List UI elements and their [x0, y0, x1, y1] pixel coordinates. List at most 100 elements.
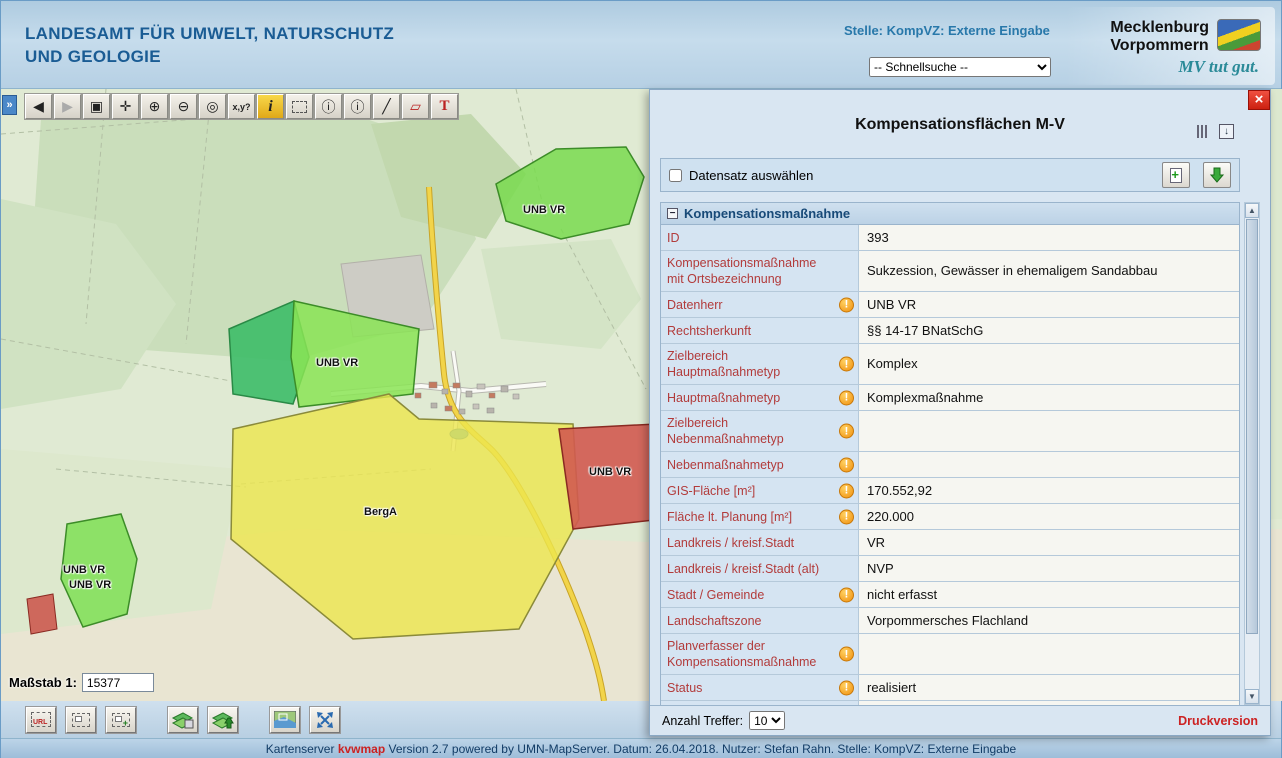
scroll-down-button[interactable]: ▼ — [1245, 689, 1259, 704]
overview-map-button[interactable] — [270, 707, 300, 733]
section-title: Kompensationsmaßnahme — [684, 206, 850, 221]
query-coordinates-button[interactable]: x,y? — [228, 94, 255, 119]
section-header-kompensationsmassnahme[interactable]: − Kompensationsmaßnahme — [661, 203, 1239, 225]
layers-save-icon — [171, 710, 195, 730]
warning-icon[interactable]: ! — [839, 680, 854, 695]
table-row: Stadt / Gemeinde! nicht erfasst — [661, 582, 1239, 608]
record-select-checkbox[interactable] — [669, 169, 682, 182]
field-label: GIS-Fläche [m²] — [667, 483, 755, 499]
close-button[interactable]: × — [1248, 90, 1270, 110]
field-value: realisiert — [859, 675, 1239, 700]
warning-icon[interactable]: ! — [839, 357, 854, 372]
history-forward-button[interactable]: ▶ — [54, 94, 81, 119]
collapse-section-icon[interactable]: − — [667, 208, 678, 219]
columns-icon[interactable] — [1197, 125, 1207, 138]
zoom-in-button[interactable]: ⊕ — [141, 94, 168, 119]
scale-input[interactable] — [82, 673, 154, 692]
scale-control: Maßstab 1: — [9, 673, 154, 692]
resize-arrows-icon — [316, 711, 334, 729]
field-label: Landschaftszone — [667, 613, 762, 629]
copy-record-button[interactable]: + — [1162, 162, 1190, 188]
select-box-button[interactable] — [286, 94, 313, 119]
select-box-icon — [292, 101, 307, 113]
table-row: Fläche lt. Planung [m²]! 220.000 — [661, 504, 1239, 530]
polygon-draw-button[interactable]: ▱ — [402, 94, 429, 119]
warning-icon[interactable]: ! — [839, 390, 854, 405]
hits-select[interactable]: 10 — [749, 711, 785, 730]
field-label: Zielbereich Nebenmaßnahmetyp — [667, 415, 836, 447]
panel-window-controls: ↓ — [1197, 124, 1234, 139]
warning-icon[interactable]: ! — [839, 424, 854, 439]
warning-icon[interactable]: ! — [839, 509, 854, 524]
field-value — [859, 411, 1239, 451]
compensation-area-polygon[interactable] — [27, 594, 57, 634]
history-back-button[interactable]: ◀ — [25, 94, 52, 119]
scale-label: Maßstab 1: — [9, 675, 77, 690]
download-record-button[interactable] — [1203, 162, 1231, 188]
field-label: Landkreis / kreisf.Stadt (alt) — [667, 561, 819, 577]
text-tool-button[interactable]: T — [431, 94, 458, 119]
table-row: Kompensationsmaßnahme mit Ortsbezeichnun… — [661, 251, 1239, 292]
field-label: Nebenmaßnahmetyp — [667, 457, 784, 473]
pan-button[interactable]: ✛ — [112, 94, 139, 119]
map-label: BergA — [364, 506, 397, 518]
status-brand: kvwmap — [338, 742, 385, 756]
object-info-button[interactable]: ⓘ — [315, 94, 342, 119]
info-button[interactable]: i — [257, 94, 284, 119]
measure-button[interactable]: ╱ — [373, 94, 400, 119]
field-value: Komplexmaßnahme — [859, 385, 1239, 410]
save-map-button[interactable] — [168, 707, 198, 733]
zoombox-add-button[interactable]: + — [106, 707, 136, 733]
table-row: GIS-Fläche [m²]! 170.552,92 — [661, 478, 1239, 504]
map-toolbar: ◀ ▶ ▣ ✛ ⊕ ⊖ ◎ x,y? i ⓘ ⓘ ╱ ▱ T — [25, 94, 458, 119]
table-row: Landkreis / kreisf.Stadt VR — [661, 530, 1239, 556]
warning-icon[interactable]: ! — [839, 587, 854, 602]
zoom-out-button[interactable]: ⊖ — [170, 94, 197, 119]
field-label: Rechtsherkunft — [667, 323, 751, 339]
app-header: LANDESAMT FÜR UMWELT, NATURSCHUTZ UND GE… — [1, 1, 1281, 89]
print-version-link[interactable]: Druckversion — [1178, 714, 1258, 728]
document-icon: + — [1170, 168, 1182, 183]
scrollbar-thumb[interactable] — [1246, 219, 1258, 634]
panel-scrollbar[interactable]: ▲ ▼ — [1244, 202, 1260, 705]
field-value: VR — [859, 530, 1239, 555]
mv-flag-icon — [1217, 19, 1261, 51]
zoombox-button[interactable] — [66, 707, 96, 733]
table-row: Landkreis / kreisf.Stadt (alt) NVP — [661, 556, 1239, 582]
field-value: 393 — [859, 225, 1239, 250]
field-value: Vorpommersches Flachland — [859, 608, 1239, 633]
table-row: Nebenmaßnahmetyp! — [661, 452, 1239, 478]
export-icon[interactable]: ↓ — [1219, 124, 1234, 139]
table-row: ID 393 — [661, 225, 1239, 251]
warning-icon[interactable]: ! — [839, 457, 854, 472]
record-select-row: Datensatz auswählen + — [660, 158, 1240, 192]
export-map-button[interactable] — [208, 707, 238, 733]
scroll-up-button[interactable]: ▲ — [1245, 203, 1259, 218]
table-row: Zielbereich Hauptmaßnahmetyp! Komplex — [661, 344, 1239, 385]
mv-logo-text: Mecklenburg Vorpommern — [1110, 19, 1209, 54]
full-extent-button[interactable]: ▣ — [83, 94, 110, 119]
map-label: UNB VR — [63, 564, 105, 576]
quicksearch-select[interactable]: -- Schnellsuche -- — [869, 57, 1051, 77]
field-label: Kompensationsmaßnahme mit Ortsbezeichnun… — [667, 255, 836, 287]
table-row: Datenherr! UNB VR — [661, 292, 1239, 318]
field-label: Status — [667, 680, 702, 696]
field-value: nicht erfasst — [859, 582, 1239, 607]
field-label: Zielbereich Hauptmaßnahmetyp — [667, 348, 836, 380]
warning-icon[interactable]: ! — [839, 483, 854, 498]
status-suffix: Version 2.7 powered by UMN-MapServer. Da… — [389, 742, 1017, 756]
zoom-url-button[interactable]: URL — [26, 707, 56, 733]
field-value — [859, 452, 1239, 477]
resize-map-button[interactable] — [310, 707, 340, 733]
warning-icon[interactable]: ! — [839, 647, 854, 662]
table-row: Rechtsherkunft §§ 14-17 BNatSchG — [661, 318, 1239, 344]
table-row: Planverfasser der Kompensationsmaßnahme! — [661, 634, 1239, 675]
data-sheet-info-button[interactable]: ⓘ — [344, 94, 371, 119]
field-label: Datenherr — [667, 297, 723, 313]
warning-icon[interactable]: ! — [839, 297, 854, 312]
center-button[interactable]: ◎ — [199, 94, 226, 119]
sidebar-expand-button[interactable]: » — [2, 95, 17, 115]
agency-title: LANDESAMT FÜR UMWELT, NATURSCHUTZ UND GE… — [25, 23, 394, 69]
table-row: Hauptmaßnahmetyp! Komplexmaßnahme — [661, 385, 1239, 411]
field-label: Stadt / Gemeinde — [667, 587, 764, 603]
